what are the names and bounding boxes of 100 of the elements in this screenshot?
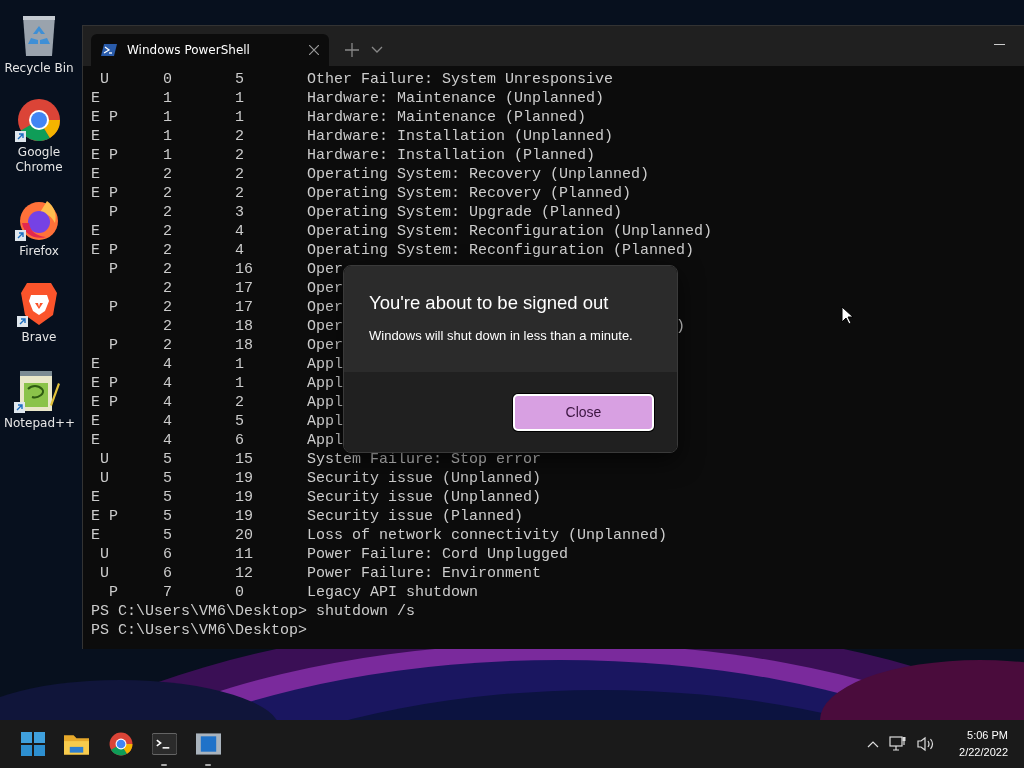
message-text: Operating System: Upgrade (Planned)	[307, 203, 623, 222]
flag-text: E	[91, 222, 101, 241]
message-text: System Failure: Stop error	[307, 450, 542, 469]
message-text: Power Failure: Cord Unplugged	[307, 545, 569, 564]
message-text: )	[676, 317, 686, 336]
number-text: 3	[235, 203, 245, 222]
terminal-tab[interactable]: Windows PowerShell	[91, 34, 329, 66]
number-text: 1	[235, 374, 245, 393]
number-text: 16	[235, 260, 254, 279]
number-text: 6	[235, 431, 245, 450]
flag-text: P	[108, 260, 119, 279]
close-icon[interactable]	[309, 45, 319, 55]
network-icon[interactable]	[889, 736, 908, 752]
message-text: Other Failure: System Unresponsive	[307, 70, 614, 89]
number-text: 2	[235, 393, 245, 412]
number-text: 6	[163, 545, 173, 564]
number-text: 1	[163, 146, 173, 165]
number-text: 1	[235, 89, 245, 108]
volume-icon[interactable]	[917, 736, 936, 752]
flag-text: E P	[91, 241, 119, 260]
dialog-message: Windows will shut down in less than a minute.	[369, 328, 634, 343]
number-text: 4	[163, 431, 173, 450]
number-text: 5	[163, 526, 173, 545]
flag-text: E P	[91, 184, 119, 203]
ring-logo-icon[interactable]	[17, 98, 61, 142]
message-text: Oper	[307, 336, 343, 355]
number-text: 4	[163, 355, 173, 374]
desktop-icon-label[interactable]: Firefox	[4, 244, 74, 259]
message-text: Operating System: Recovery (Planned)	[307, 184, 632, 203]
number-text: 4	[163, 374, 173, 393]
desktop-icon-label[interactable]: Recycle Bin	[4, 61, 74, 76]
desktop-icon-label[interactable]: Google Chrome	[4, 145, 74, 175]
number-text: 18	[235, 317, 254, 336]
desktop-icon-label[interactable]: Brave	[4, 330, 74, 345]
flag-text: E P	[91, 374, 119, 393]
flag-text: E P	[91, 146, 119, 165]
number-text: 2	[163, 336, 173, 355]
number-text: 2	[163, 317, 173, 336]
flag-text: E	[91, 165, 101, 184]
message-text: Oper	[307, 260, 343, 279]
number-text: 11	[235, 545, 254, 564]
number-text: 2	[163, 184, 173, 203]
number-text: 4	[163, 412, 173, 431]
number-text: 2	[163, 165, 173, 184]
flag-text: E	[91, 431, 101, 450]
flag-text: P	[108, 583, 119, 602]
desktop-icon-label[interactable]: Notepad++	[4, 416, 74, 431]
number-text: 1	[163, 108, 173, 127]
windows-logo-icon[interactable]	[20, 732, 45, 756]
prompt-text: PS C:\Users\VM6\Desktop>	[91, 621, 308, 640]
chevron-down-icon[interactable]	[371, 46, 383, 54]
close-button[interactable]: Close	[513, 393, 654, 431]
number-text: 1	[163, 127, 173, 146]
number-text: 0	[163, 70, 173, 89]
number-text: 6	[163, 564, 173, 583]
number-text: 4	[235, 241, 245, 260]
flag-text: P	[108, 298, 119, 317]
lion-logo-icon[interactable]	[19, 281, 59, 327]
chevron-up-icon[interactable]	[867, 740, 880, 748]
plus-icon[interactable]	[345, 43, 359, 57]
number-text: 19	[235, 507, 254, 526]
number-text: 1	[235, 355, 245, 374]
number-text: 1	[163, 89, 173, 108]
number-text: 5	[163, 469, 173, 488]
flag-text: U	[99, 70, 110, 89]
powershell-icon	[101, 44, 117, 56]
flag-text: U	[99, 450, 110, 469]
command-text: shutdown /s	[315, 602, 416, 621]
ring-logo-icon[interactable]	[108, 732, 133, 756]
message-text: Security issue (Planned)	[307, 507, 524, 526]
number-text: 17	[235, 298, 254, 317]
flag-text: E	[91, 526, 101, 545]
mouse-cursor-icon	[841, 306, 853, 325]
message-text: Appl	[307, 355, 343, 374]
number-text: 2	[163, 279, 173, 298]
message-text: Legacy API shutdown	[307, 583, 479, 602]
number-text: 2	[163, 203, 173, 222]
clock-time[interactable]: 5:06 PM	[967, 727, 1008, 744]
clock-date[interactable]: 2/22/2022	[959, 744, 1008, 761]
message-text: Hardware: Maintenance (Unplanned)	[307, 89, 605, 108]
flag-text: E P	[91, 393, 119, 412]
flag-text: E P	[91, 507, 119, 526]
prompt-text: PS C:\Users\VM6\Desktop>	[91, 602, 308, 621]
number-text: 4	[163, 393, 173, 412]
flag-text: E	[91, 127, 101, 146]
flag-text: U	[99, 545, 110, 564]
number-text: 2	[163, 222, 173, 241]
flag-text: U	[99, 469, 110, 488]
flag-text: E	[91, 355, 101, 374]
terminal-icon[interactable]	[152, 733, 177, 755]
message-text: Hardware: Installation (Planned)	[307, 146, 596, 165]
number-text: 2	[235, 127, 245, 146]
number-text: 2	[235, 165, 245, 184]
message-text: Operating System: Reconfiguration (Unplanned)	[307, 222, 713, 241]
number-text: 18	[235, 336, 254, 355]
number-text: 19	[235, 469, 254, 488]
message-text: Appl	[307, 393, 343, 412]
number-text: 20	[235, 526, 254, 545]
number-text: 2	[163, 260, 173, 279]
folder-icon[interactable]	[64, 733, 89, 755]
